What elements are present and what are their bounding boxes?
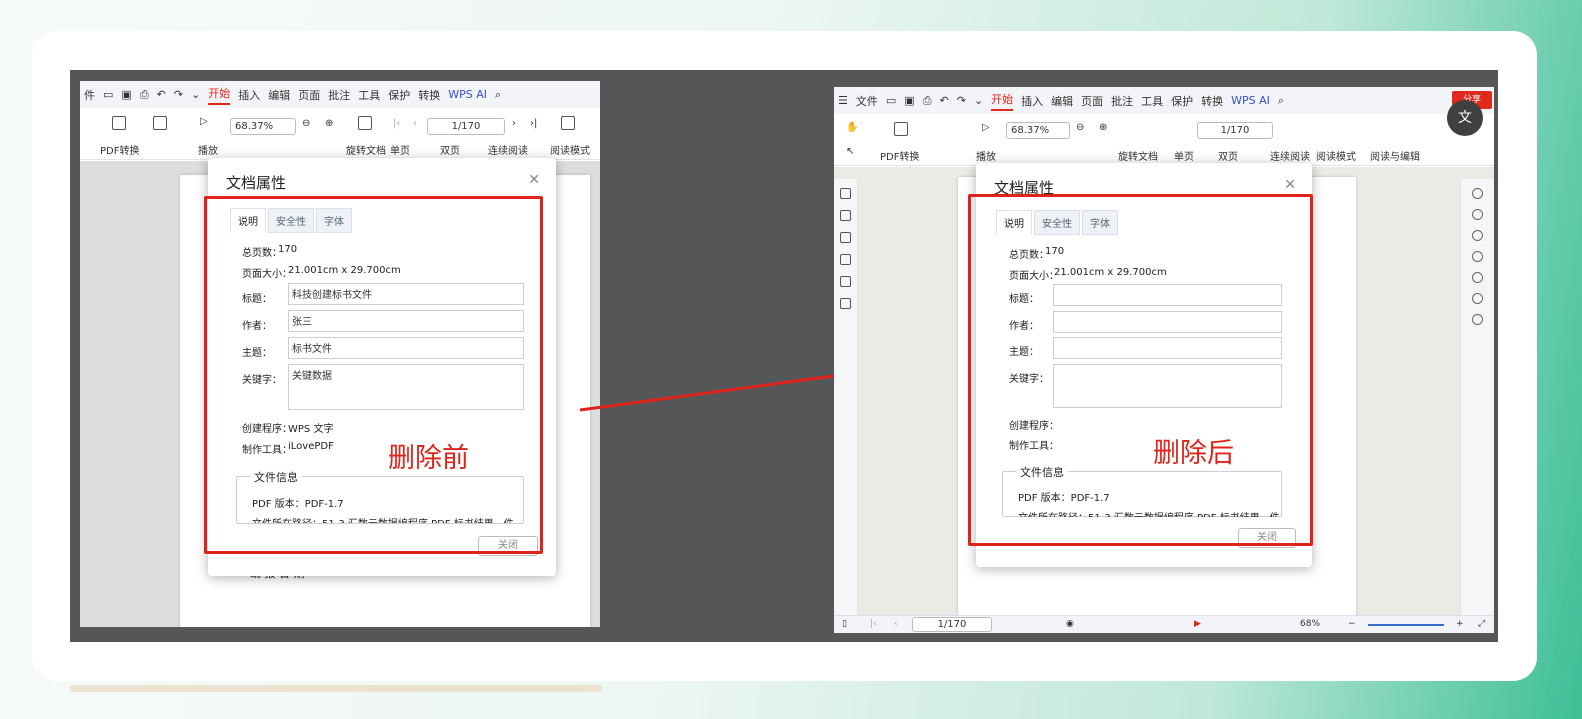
pdf-convert-button[interactable]: PDF转换: [880, 148, 919, 163]
page-input[interactable]: 1/170: [1197, 122, 1273, 139]
menu-wps-ai[interactable]: WPS AI: [1231, 94, 1270, 107]
continuous-read-button[interactable]: 连续阅读: [1270, 148, 1310, 163]
right-toolbar: ✋ ↖ PDF转换 ▷ 播放 68.37% ⊖ ⊕ 旋转文档 1/170 单页 …: [834, 114, 1494, 166]
more-icon[interactable]: [1472, 314, 1483, 325]
zoom-select[interactable]: 68.37%: [1006, 122, 1070, 139]
menu-convert[interactable]: 转换: [1201, 93, 1223, 109]
play-status-icon[interactable]: ▶: [1194, 619, 1201, 629]
hand-tool-icon[interactable]: ✋: [846, 122, 858, 133]
right-sidebar: [1460, 179, 1494, 615]
status-zoom-in-icon[interactable]: +: [1456, 619, 1464, 629]
minimize-icon[interactable]: [1472, 188, 1483, 199]
menu-start[interactable]: 开始: [991, 91, 1014, 111]
folder-icon[interactable]: ▭: [886, 94, 896, 107]
save-icon[interactable]: ▣: [904, 94, 914, 107]
prev-page-icon[interactable]: ‹: [894, 619, 898, 629]
menu-tools[interactable]: 工具: [1141, 93, 1163, 109]
read-edit-button[interactable]: 阅读与编辑: [1370, 148, 1420, 163]
chevron-down-icon[interactable]: ⌄: [974, 94, 983, 107]
menu-edit[interactable]: 编辑: [1051, 93, 1073, 109]
pdf-convert-icon[interactable]: [894, 122, 908, 136]
select-tool-icon[interactable]: ↖: [846, 146, 854, 157]
fullscreen-icon[interactable]: ⤢: [1478, 619, 1485, 629]
layers-icon[interactable]: [840, 298, 851, 309]
search-icon[interactable]: ⌕: [1278, 94, 1284, 108]
menu-page[interactable]: 页面: [1081, 93, 1103, 109]
play-icon[interactable]: ▷: [982, 122, 990, 133]
single-page-button[interactable]: 单页: [1174, 148, 1194, 163]
thumbnail-icon[interactable]: [840, 210, 851, 221]
menu-insert[interactable]: 插入: [1021, 93, 1043, 109]
close-icon[interactable]: ✕: [1284, 177, 1296, 193]
right-highlight-box: [968, 194, 1313, 546]
ai-icon[interactable]: [1472, 230, 1483, 241]
status-bar: ▯ |‹ ‹ 1/170 ◉ ▶ 68% − + ⤢: [834, 615, 1494, 633]
right-menu-bar: ☰ 文件 ▭ ▣ ⎙ ↶ ↷ ⌄ 开始 插入 编辑 页面 批注 工具 保护 转换…: [834, 87, 1494, 114]
left-sidebar: [834, 179, 858, 615]
comment-icon[interactable]: [840, 232, 851, 243]
status-zoom-out-icon[interactable]: −: [1348, 619, 1356, 629]
status-zoom[interactable]: 68%: [1300, 619, 1320, 629]
bookmark-icon[interactable]: [840, 188, 851, 199]
zoom-slider[interactable]: [1368, 624, 1444, 626]
play-button[interactable]: 播放: [976, 148, 996, 163]
settings-icon[interactable]: [1472, 251, 1483, 262]
help-icon[interactable]: [1472, 293, 1483, 304]
menu-file[interactable]: 文件: [856, 93, 878, 109]
double-page-button[interactable]: 双页: [1218, 148, 1238, 163]
zoom-out-icon[interactable]: ⊖: [1076, 122, 1084, 133]
undo-icon[interactable]: ↶: [940, 94, 949, 107]
zoom-in-icon[interactable]: ⊕: [1099, 122, 1107, 133]
menu-protect[interactable]: 保护: [1171, 93, 1193, 109]
book-icon[interactable]: [1472, 272, 1483, 283]
signature-icon[interactable]: [840, 276, 851, 287]
attachment-icon[interactable]: [840, 254, 851, 265]
status-page-input[interactable]: 1/170: [912, 617, 992, 632]
sidebar-toggle-icon[interactable]: ▯: [842, 619, 847, 629]
menu-annotate[interactable]: 批注: [1111, 93, 1133, 109]
redo-icon[interactable]: ↷: [957, 94, 966, 107]
print-icon[interactable]: ⎙: [923, 94, 932, 108]
search-icon[interactable]: [1472, 209, 1483, 220]
read-mode-button[interactable]: 阅读模式: [1316, 148, 1356, 163]
eye-icon[interactable]: ◉: [1066, 619, 1074, 629]
menu-icon[interactable]: ☰: [838, 94, 848, 107]
translate-badge-icon[interactable]: 文: [1447, 100, 1483, 136]
first-page-icon[interactable]: |‹: [870, 619, 877, 629]
rotate-button[interactable]: 旋转文档: [1118, 148, 1158, 163]
right-caption: 删除后: [1153, 438, 1234, 469]
